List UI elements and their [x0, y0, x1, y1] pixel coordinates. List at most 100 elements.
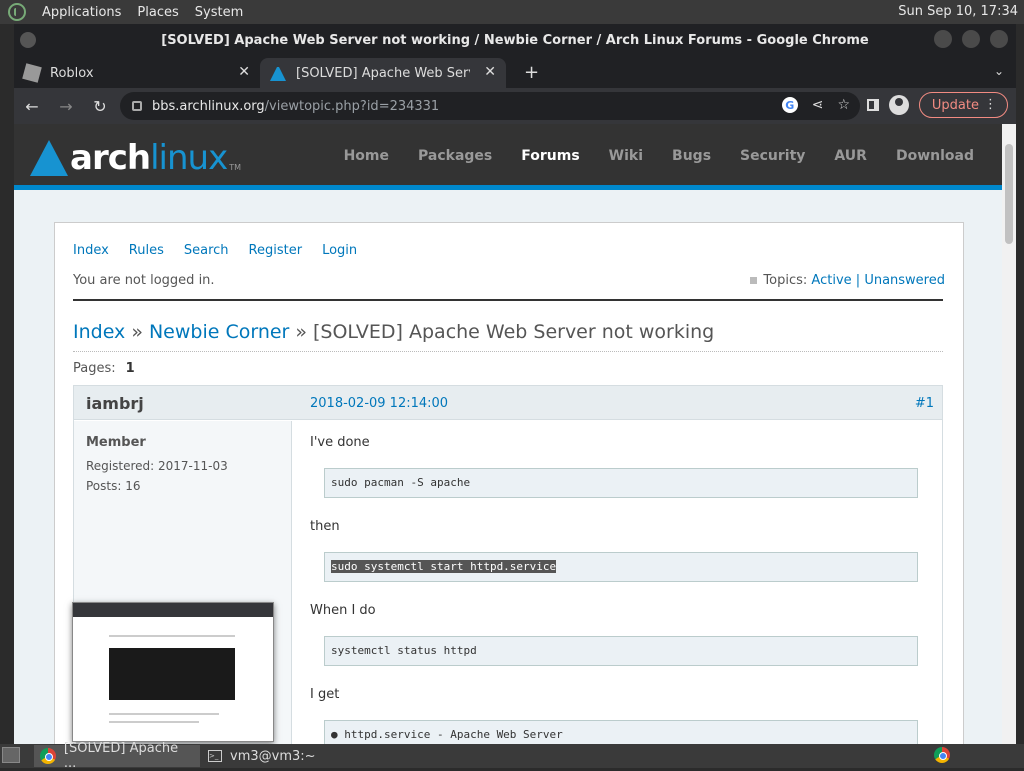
kebab-menu-icon[interactable]: ⋮	[984, 97, 997, 112]
side-panel-icon[interactable]	[866, 99, 879, 111]
breadcrumb: Index» Newbie Corner» [SOLVED] Apache Web …	[73, 321, 714, 343]
logo-arch-text: arch	[70, 138, 151, 178]
back-arrow-icon[interactable]: ←	[22, 97, 42, 116]
tray-chrome-icon[interactable]	[934, 747, 950, 763]
nav-forums[interactable]: Forums	[521, 148, 579, 164]
arch-favicon-icon	[270, 65, 286, 81]
show-desktop-icon[interactable]	[2, 747, 20, 763]
minimize-icon[interactable]	[934, 30, 952, 48]
task-terminal[interactable]: >_ vm3@vm3:~	[202, 745, 322, 767]
author-registered: Registered: 2017-11-03	[86, 459, 228, 473]
crumb-newbie-corner[interactable]: Newbie Corner	[149, 321, 289, 343]
lock-icon[interactable]	[132, 101, 142, 111]
task-terminal-label: vm3@vm3:~	[230, 748, 316, 764]
tab-search-chevron-icon[interactable]: ⌄	[994, 64, 1004, 78]
bottom-taskbar: [SOLVED] Apache ... >_ vm3@vm3:~	[0, 741, 1024, 771]
tab-apache-forum[interactable]: [SOLVED] Apache Web Server ✕	[260, 58, 506, 88]
new-tab-plus-icon[interactable]: +	[524, 62, 539, 83]
url-text[interactable]: bbs.archlinux.org/viewtopic.php?id=23433…	[152, 99, 439, 114]
link-register[interactable]: Register	[249, 243, 303, 258]
code-block[interactable]: sudo systemctl start httpd.service	[324, 552, 918, 582]
link-rules[interactable]: Rules	[129, 243, 164, 258]
google-lens-icon[interactable]: G	[781, 97, 798, 113]
nav-aur[interactable]: AUR	[834, 148, 867, 164]
code-text: sudo pacman -S apache	[331, 476, 471, 489]
applications-menu[interactable]: Applications	[42, 5, 121, 20]
arch-header: arch linux TM Home Packages Forums Wiki …	[14, 124, 1002, 190]
link-index[interactable]: Index	[73, 243, 109, 258]
logo-linux-text: linux	[150, 138, 228, 178]
post-text: I've done	[310, 435, 370, 450]
link-login[interactable]: Login	[322, 243, 357, 258]
roblox-icon	[22, 63, 42, 83]
code-text: systemctl status httpd	[331, 644, 477, 657]
nav-packages[interactable]: Packages	[418, 148, 492, 164]
update-button[interactable]: Update ⋮	[918, 92, 1008, 118]
topics-active-link[interactable]: Active	[811, 273, 851, 288]
window-titlebar[interactable]: [SOLVED] Apache Web Server not working /…	[14, 24, 1016, 56]
post-header: iambrj 2018-02-09 12:14:00 #1	[74, 386, 942, 420]
forward-arrow-icon[interactable]: →	[56, 97, 76, 116]
preview-line	[109, 721, 199, 723]
link-search[interactable]: Search	[184, 243, 229, 258]
scrollbar-thumb[interactable]	[1005, 144, 1013, 244]
update-label: Update	[931, 97, 979, 113]
omnibox-actions: G ⋖ ☆	[781, 97, 850, 113]
arch-logo-icon	[30, 140, 68, 176]
topics-unanswered-link[interactable]: Unanswered	[864, 273, 945, 288]
preview-line	[109, 713, 219, 715]
post-text: then	[310, 519, 340, 534]
nav-wiki[interactable]: Wiki	[609, 148, 643, 164]
code-block[interactable]: sudo pacman -S apache	[324, 468, 918, 498]
task-chrome[interactable]: [SOLVED] Apache ...	[34, 741, 200, 771]
share-icon[interactable]: ⋖	[812, 97, 824, 113]
maximize-icon[interactable]	[962, 30, 980, 48]
window-title: [SOLVED] Apache Web Server not working /…	[161, 32, 869, 48]
top-panel: Applications Places System Sun Sep 10, 1…	[0, 0, 1024, 24]
header-divider	[73, 299, 943, 301]
topics-separator: |	[855, 273, 861, 288]
crumb-index[interactable]: Index	[73, 321, 125, 343]
tab-roblox[interactable]: Roblox ✕	[14, 58, 260, 88]
post-date-link[interactable]: 2018-02-09 12:14:00	[310, 396, 448, 411]
system-menu[interactable]: System	[195, 5, 243, 20]
crumb-separator: »	[131, 321, 143, 343]
bookmark-star-icon[interactable]: ☆	[837, 97, 850, 113]
gnome-foot-icon[interactable]	[8, 3, 26, 21]
arch-nav: Home Packages Forums Wiki Bugs Security …	[344, 148, 974, 164]
code-text-selected: sudo systemctl start httpd.service	[331, 560, 557, 573]
profile-avatar-icon[interactable]	[888, 95, 909, 115]
address-bar[interactable]: bbs.archlinux.org/viewtopic.php?id=23433…	[120, 92, 860, 120]
code-block[interactable]: systemctl status httpd	[324, 636, 918, 666]
tab-close-icon[interactable]: ✕	[484, 64, 496, 80]
crumb-topic: [SOLVED] Apache Web Server not working	[312, 321, 715, 343]
window-menu-icon[interactable]	[20, 32, 36, 48]
topics-links: Topics: Active | Unanswered	[750, 273, 945, 288]
code-block[interactable]: ● httpd.service - Apache Web Server	[324, 720, 918, 744]
chrome-icon	[40, 748, 56, 764]
reload-icon[interactable]: ↻	[90, 97, 110, 116]
panel-menu: Applications Places System	[0, 3, 243, 21]
nav-home[interactable]: Home	[344, 148, 389, 164]
browser-toolbar: ← → ↻ bbs.archlinux.org/viewtopic.php?id…	[14, 88, 1016, 124]
toolbar-right: Update ⋮	[866, 92, 1008, 118]
preview-terminal	[109, 648, 235, 700]
url-host: bbs.archlinux.org	[152, 98, 265, 114]
forum-links: Index Rules Search Register Login	[73, 243, 357, 258]
post-number: #1	[914, 396, 934, 411]
nav-security[interactable]: Security	[740, 148, 805, 164]
arch-logo[interactable]: arch linux TM	[30, 138, 241, 178]
post-text: I get	[310, 687, 340, 702]
nav-bugs[interactable]: Bugs	[672, 148, 711, 164]
window-preview-thumbnail[interactable]	[72, 602, 274, 742]
tab-close-icon[interactable]: ✕	[238, 64, 250, 80]
close-window-icon[interactable]	[990, 30, 1008, 48]
page-scrollbar[interactable]	[1002, 124, 1016, 744]
nav-download[interactable]: Download	[896, 148, 974, 164]
post-author[interactable]: iambrj	[86, 394, 144, 413]
window-controls	[934, 30, 1008, 48]
places-menu[interactable]: Places	[137, 5, 178, 20]
crumb-divider	[73, 351, 943, 352]
panel-clock[interactable]: Sun Sep 10, 17:34	[898, 4, 1018, 19]
task-chrome-label: [SOLVED] Apache ...	[63, 741, 179, 771]
